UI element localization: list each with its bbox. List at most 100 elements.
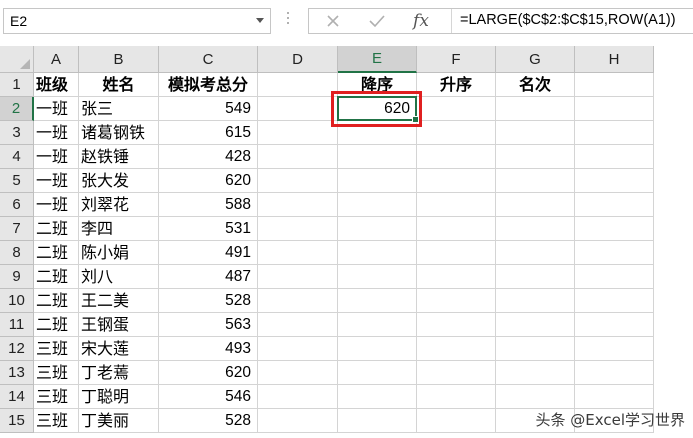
cell-a5[interactable]: 一班 [34,169,79,193]
cell-a1[interactable]: 班级 [34,73,79,97]
cell-c4[interactable]: 428 [159,145,258,169]
cell-f1[interactable]: 升序 [417,73,496,97]
row-header-8[interactable]: 8 [0,241,34,265]
cell-b4[interactable]: 赵铁锤 [79,145,159,169]
cell-a15[interactable]: 三班 [34,409,79,433]
cell-c12[interactable]: 493 [159,337,258,361]
cell-h13[interactable] [575,361,654,385]
cell-f9[interactable] [417,265,496,289]
cell-b7[interactable]: 李四 [79,217,159,241]
cell-h2[interactable] [575,97,654,121]
cell-e7[interactable] [338,217,417,241]
cell-d12[interactable] [258,337,338,361]
row-header-13[interactable]: 13 [0,361,34,385]
select-all-button[interactable] [0,46,34,73]
cell-a6[interactable]: 一班 [34,193,79,217]
formula-text[interactable]: =LARGE($C$2:$C$15,ROW(A1)) [460,12,676,28]
cell-d1[interactable] [258,73,338,97]
cell-f15[interactable] [417,409,496,433]
row-header-9[interactable]: 9 [0,265,34,289]
row-header-14[interactable]: 14 [0,385,34,409]
cell-d9[interactable] [258,265,338,289]
row-header-5[interactable]: 5 [0,169,34,193]
cell-e8[interactable] [338,241,417,265]
cell-h1[interactable] [575,73,654,97]
column-header-f[interactable]: F [417,46,496,73]
cell-h8[interactable] [575,241,654,265]
cell-f6[interactable] [417,193,496,217]
cell-b15[interactable]: 丁美丽 [79,409,159,433]
cell-f12[interactable] [417,337,496,361]
cell-c14[interactable]: 546 [159,385,258,409]
cell-e11[interactable] [338,313,417,337]
cell-d7[interactable] [258,217,338,241]
cell-f5[interactable] [417,169,496,193]
row-header-12[interactable]: 12 [0,337,34,361]
column-header-g[interactable]: G [496,46,575,73]
cell-f10[interactable] [417,289,496,313]
name-box-dropdown-icon[interactable] [256,18,264,23]
row-header-11[interactable]: 11 [0,313,34,337]
cell-b2[interactable]: 张三 [79,97,159,121]
row-header-6[interactable]: 6 [0,193,34,217]
cell-b9[interactable]: 刘八 [79,265,159,289]
column-header-a[interactable]: A [34,46,79,73]
cell-a14[interactable]: 三班 [34,385,79,409]
cell-f11[interactable] [417,313,496,337]
cell-d14[interactable] [258,385,338,409]
cell-b1[interactable]: 姓名 [79,73,159,97]
cell-a7[interactable]: 二班 [34,217,79,241]
cell-h6[interactable] [575,193,654,217]
cell-c13[interactable]: 620 [159,361,258,385]
cell-f2[interactable] [417,97,496,121]
row-header-7[interactable]: 7 [0,217,34,241]
cell-a12[interactable]: 三班 [34,337,79,361]
cell-c9[interactable]: 487 [159,265,258,289]
cell-c8[interactable]: 491 [159,241,258,265]
cell-d4[interactable] [258,145,338,169]
cell-h5[interactable] [575,169,654,193]
cell-c6[interactable]: 588 [159,193,258,217]
cell-d8[interactable] [258,241,338,265]
cell-e15[interactable] [338,409,417,433]
row-header-10[interactable]: 10 [0,289,34,313]
cell-b8[interactable]: 陈小娟 [79,241,159,265]
cell-g1[interactable]: 名次 [496,73,575,97]
cell-c1[interactable]: 模拟考总分 [159,73,258,97]
cell-h12[interactable] [575,337,654,361]
cell-c10[interactable]: 528 [159,289,258,313]
row-header-3[interactable]: 3 [0,121,34,145]
cell-h3[interactable] [575,121,654,145]
cell-d3[interactable] [258,121,338,145]
cell-d15[interactable] [258,409,338,433]
cell-e14[interactable] [338,385,417,409]
cell-b10[interactable]: 王二美 [79,289,159,313]
cell-g5[interactable] [496,169,575,193]
cell-f8[interactable] [417,241,496,265]
cell-f4[interactable] [417,145,496,169]
cell-g6[interactable] [496,193,575,217]
cell-h14[interactable] [575,385,654,409]
cell-h11[interactable] [575,313,654,337]
cell-g10[interactable] [496,289,575,313]
cell-a3[interactable]: 一班 [34,121,79,145]
cell-h7[interactable] [575,217,654,241]
column-header-e[interactable]: E [338,46,417,73]
cell-b6[interactable]: 刘翠花 [79,193,159,217]
cell-g14[interactable] [496,385,575,409]
cell-b5[interactable]: 张大发 [79,169,159,193]
cell-b13[interactable]: 丁老蔫 [79,361,159,385]
row-header-2[interactable]: 2 [0,97,34,121]
cell-g2[interactable] [496,97,575,121]
cell-g9[interactable] [496,265,575,289]
insert-function-button[interactable]: fx [403,9,439,33]
cell-d2[interactable] [258,97,338,121]
enter-formula-button[interactable] [359,9,395,33]
cell-a2[interactable]: 一班 [34,97,79,121]
cell-e13[interactable] [338,361,417,385]
cell-a4[interactable]: 一班 [34,145,79,169]
name-box[interactable]: E2 [3,8,271,34]
cell-f13[interactable] [417,361,496,385]
cell-d11[interactable] [258,313,338,337]
cell-g3[interactable] [496,121,575,145]
